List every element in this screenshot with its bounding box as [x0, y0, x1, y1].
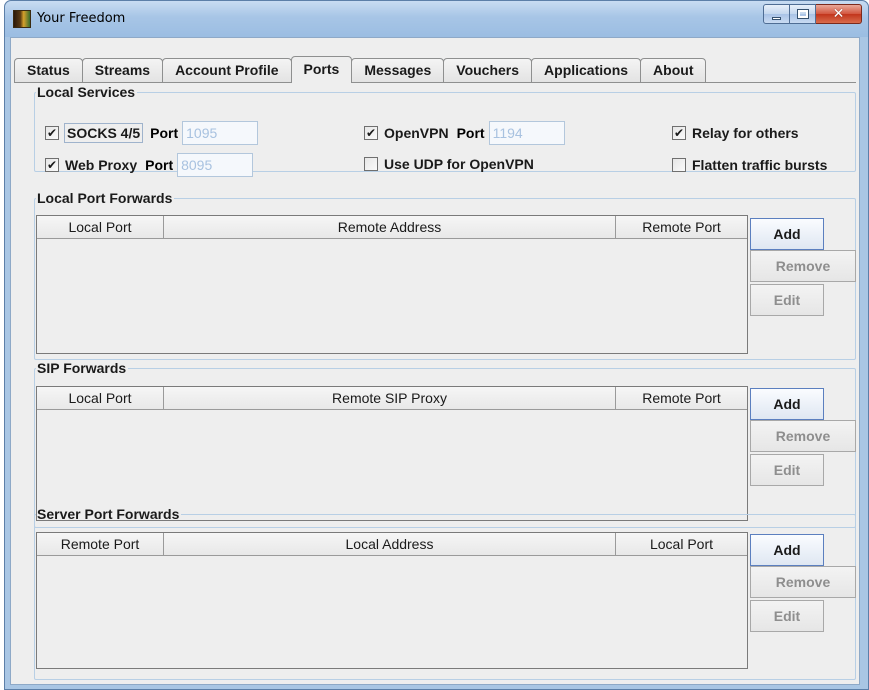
minimize-button[interactable] [763, 4, 790, 24]
title-bar[interactable]: Your Freedom ✕ [5, 1, 868, 37]
server-forward-remove-button[interactable]: Remove [750, 566, 856, 598]
openvpn-label[interactable]: OpenVPN [384, 125, 449, 141]
table-header: Local Port Remote SIP Proxy Remote Port [37, 387, 747, 410]
app-icon [13, 10, 31, 28]
server-forward-edit-button[interactable]: Edit [750, 600, 824, 632]
local-port-forwards-legend: Local Port Forwards [37, 190, 173, 206]
column-header[interactable]: Remote SIP Proxy [164, 387, 616, 409]
relay-label[interactable]: Relay for others [692, 125, 799, 141]
local-forward-edit-button[interactable]: Edit [750, 284, 824, 316]
openvpn-port-label: Port [456, 125, 485, 141]
column-header[interactable]: Remote Address [164, 216, 616, 238]
local-forward-remove-button[interactable]: Remove [750, 250, 856, 282]
socks-row: ✔ SOCKS 4/5 Port [45, 121, 259, 145]
tab-ports[interactable]: Ports [290, 56, 353, 83]
column-header[interactable]: Local Address [164, 533, 616, 555]
tab-vouchers[interactable]: Vouchers [443, 58, 533, 82]
server-port-forwards-legend: Server Port Forwards [37, 506, 180, 522]
server-forward-add-button[interactable]: Add [750, 534, 824, 566]
socks-label[interactable]: SOCKS 4/5 [63, 123, 144, 143]
maximize-button[interactable] [790, 4, 816, 24]
sip-forward-remove-button[interactable]: Remove [750, 420, 856, 452]
column-header[interactable]: Remote Port [616, 387, 747, 409]
tab-applications[interactable]: Applications [531, 58, 642, 82]
flatten-checkbox[interactable] [672, 158, 686, 172]
tab-status[interactable]: Status [14, 58, 83, 82]
sip-forwards-legend: SIP Forwards [37, 360, 127, 376]
maximize-icon [796, 9, 809, 19]
window-title: Your Freedom [37, 11, 126, 26]
flatten-label[interactable]: Flatten traffic bursts [692, 157, 827, 173]
column-header[interactable]: Remote Port [37, 533, 164, 555]
local-forward-add-button[interactable]: Add [750, 218, 824, 250]
relay-row: ✔ Relay for others [672, 122, 799, 144]
client-area: Status Streams Account Profile Ports Mes… [10, 37, 860, 685]
openvpn-checkbox[interactable]: ✔ [364, 126, 378, 140]
sip-forwards-table[interactable]: Local Port Remote SIP Proxy Remote Port [36, 386, 748, 521]
openvpn-row: ✔ OpenVPN Port [364, 121, 565, 145]
close-icon: ✕ [832, 6, 845, 22]
tab-messages[interactable]: Messages [351, 58, 445, 82]
tab-account-profile[interactable]: Account Profile [162, 58, 292, 82]
web-proxy-port-label: Port [145, 157, 174, 173]
local-port-forwards-table[interactable]: Local Port Remote Address Remote Port [36, 215, 748, 354]
column-header[interactable]: Remote Port [616, 216, 747, 238]
web-proxy-row: ✔ Web Proxy Port [45, 153, 254, 177]
column-header[interactable]: Local Port [37, 387, 164, 409]
app-window: Your Freedom ✕ Status Streams Account Pr… [4, 0, 869, 690]
table-header: Remote Port Local Address Local Port [37, 533, 747, 556]
tab-bar: Status Streams Account Profile Ports Mes… [14, 56, 707, 83]
udp-openvpn-row: Use UDP for OpenVPN [364, 153, 534, 175]
web-proxy-label[interactable]: Web Proxy [65, 157, 137, 173]
close-button[interactable]: ✕ [816, 4, 862, 24]
sip-forward-add-button[interactable]: Add [750, 388, 824, 420]
sip-forward-edit-button[interactable]: Edit [750, 454, 824, 486]
server-port-forwards-table[interactable]: Remote Port Local Address Local Port [36, 532, 748, 669]
table-header: Local Port Remote Address Remote Port [37, 216, 747, 239]
web-proxy-port-input[interactable] [177, 153, 254, 177]
column-header[interactable]: Local Port [37, 216, 164, 238]
udp-openvpn-checkbox[interactable] [364, 157, 378, 171]
openvpn-port-input[interactable] [488, 121, 565, 145]
tab-about[interactable]: About [640, 58, 707, 82]
local-services-legend: Local Services [37, 84, 136, 100]
flatten-row: Flatten traffic bursts [672, 154, 827, 176]
socks-port-label: Port [150, 125, 179, 141]
socks-checkbox[interactable]: ✔ [45, 126, 59, 140]
window-controls: ✕ [763, 4, 862, 26]
web-proxy-checkbox[interactable]: ✔ [45, 158, 59, 172]
minimize-icon [772, 16, 781, 20]
tab-baseline [14, 82, 856, 83]
relay-checkbox[interactable]: ✔ [672, 126, 686, 140]
socks-port-input[interactable] [182, 121, 259, 145]
udp-openvpn-label[interactable]: Use UDP for OpenVPN [384, 156, 534, 172]
column-header[interactable]: Local Port [616, 533, 747, 555]
tab-streams[interactable]: Streams [81, 58, 164, 82]
